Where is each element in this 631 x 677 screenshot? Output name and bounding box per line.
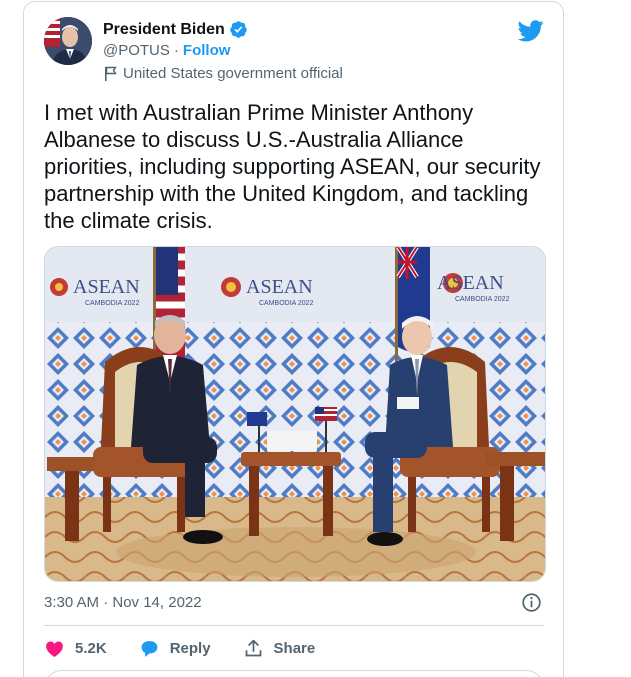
svg-text:ASEAN: ASEAN — [437, 272, 504, 294]
author-name-row[interactable]: President Biden — [103, 20, 248, 39]
like-count: 5.2K — [75, 640, 107, 657]
action-bar: 5.2K Reply Share — [44, 638, 347, 659]
author-handle[interactable]: @POTUS — [103, 42, 170, 59]
like-button[interactable]: 5.2K — [44, 638, 107, 659]
svg-text:CAMBODIA 2022: CAMBODIA 2022 — [85, 300, 140, 307]
svg-text:CAMBODIA 2022: CAMBODIA 2022 — [455, 296, 510, 303]
tweet-photo[interactable]: ASEAN CAMBODIA 2022 ASEAN CAMBODIA 2022 … — [44, 246, 546, 582]
reply-button[interactable]: Reply — [139, 638, 211, 659]
svg-text:ASEAN: ASEAN — [73, 276, 140, 298]
share-icon — [245, 639, 261, 657]
follow-button[interactable]: Follow — [183, 42, 231, 59]
account-label[interactable]: United States government official — [123, 65, 343, 82]
separator-dot: · — [173, 42, 179, 59]
action-divider — [44, 625, 544, 626]
svg-text:ASEAN: ASEAN — [246, 276, 313, 298]
author-handle-row: @POTUS · Follow — [103, 42, 230, 59]
info-icon[interactable] — [521, 592, 542, 613]
reply-label: Reply — [169, 640, 211, 657]
account-label-row: United States government official — [104, 65, 343, 82]
reply-bubble-icon — [141, 641, 158, 657]
twitter-bird-icon[interactable] — [518, 20, 544, 42]
svg-text:CAMBODIA 2022: CAMBODIA 2022 — [259, 300, 314, 307]
flag-icon — [105, 66, 117, 81]
verified-badge-icon — [230, 21, 247, 38]
share-label: Share — [273, 640, 316, 657]
author-display-name[interactable]: President Biden — [103, 21, 225, 39]
tweet-card: President Biden @POTUS · Follow United S… — [23, 1, 564, 677]
tweet-timestamp[interactable]: 3:30 AM · Nov 14, 2022 — [44, 594, 202, 611]
heart-icon — [46, 641, 63, 657]
avatar[interactable] — [44, 17, 92, 65]
share-button[interactable]: Share — [243, 638, 316, 659]
tweet-text: I met with Australian Prime Minister Ant… — [44, 100, 541, 233]
reply-prompt-button[interactable] — [44, 670, 544, 677]
